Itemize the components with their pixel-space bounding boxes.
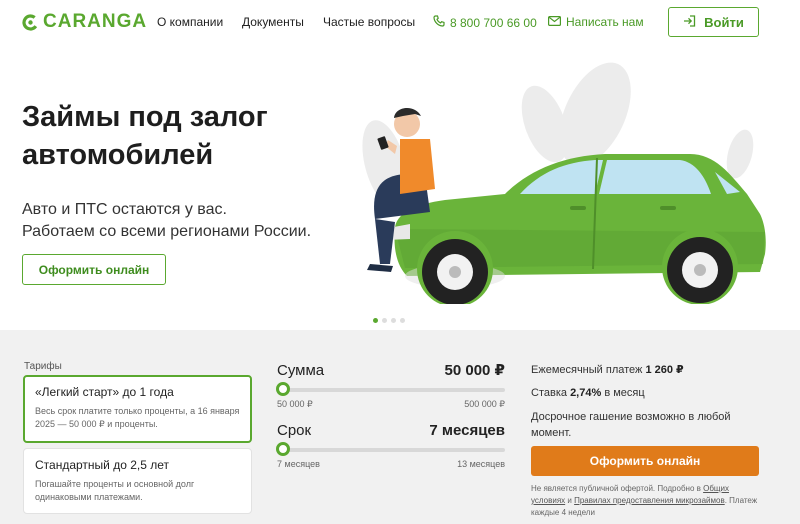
sum-slider-track[interactable]	[276, 382, 505, 396]
term-min: 7 месяцев	[277, 459, 320, 469]
slide-dot-4[interactable]	[400, 318, 405, 323]
term-max: 13 месяцев	[457, 459, 505, 469]
term-slider-block: Срок 7 месяцев 7 месяцев 13 месяцев	[276, 422, 505, 469]
write-us-link[interactable]: Написать нам	[548, 15, 644, 29]
sum-value: 50 000 ₽	[444, 362, 505, 379]
hero-apply-button[interactable]: Оформить онлайн	[22, 254, 166, 285]
rate-label: Ставка	[531, 387, 567, 399]
term-slider-track[interactable]	[276, 442, 505, 456]
sum-min: 50 000 ₽	[277, 399, 313, 409]
mail-icon	[548, 15, 562, 29]
tariff-description: Весь срок платите только проценты, а 16 …	[35, 406, 240, 429]
loan-calculator: Тарифы «Легкий старт» до 1 года Весь сро…	[0, 330, 800, 524]
monthly-payment-value: 1 260 ₽	[645, 364, 684, 376]
disclaimer-text-1: Не является публичной офертой. Подробно …	[531, 484, 701, 493]
term-label: Срок	[277, 422, 312, 439]
nav-about[interactable]: О компании	[157, 15, 223, 29]
tariff-title: Стандартный до 2,5 лет	[35, 458, 169, 472]
phone-icon	[433, 15, 445, 30]
rate-suffix: в месяц	[604, 387, 645, 399]
early-repayment-note: Досрочное гашение возможно в любой момен…	[531, 411, 731, 439]
login-icon	[683, 14, 696, 30]
login-label: Войти	[704, 14, 744, 30]
tariffs-label: Тарифы	[24, 361, 62, 372]
hero-subtitle-line-2: Работаем со всеми регионами России.	[22, 223, 312, 240]
sum-label: Сумма	[277, 362, 325, 379]
disclaimer-text-2: и	[567, 496, 572, 505]
term-value: 7 месяцев	[429, 422, 505, 439]
slide-dot-3[interactable]	[391, 318, 396, 323]
monthly-payment: Ежемесячный платеж 1 260 ₽	[531, 363, 771, 377]
write-us-label: Написать нам	[566, 15, 644, 29]
nav-faq[interactable]: Частые вопросы	[323, 15, 415, 29]
hero-subtitle-line-1: Авто и ПТС остаются у вас.	[22, 201, 227, 218]
logo-text: CARANGA	[43, 11, 148, 32]
login-button[interactable]: Войти	[668, 7, 759, 37]
hero-title: Займы под залог автомобилей	[22, 101, 268, 171]
disclaimer: Не является публичной офертой. Подробно …	[531, 483, 763, 519]
loan-summary: Ежемесячный платеж 1 260 ₽ Ставка 2,74% …	[531, 363, 771, 450]
phone-number: 8 800 700 66 00	[450, 15, 537, 30]
sum-slider-thumb[interactable]	[276, 382, 290, 396]
slide-dot-1[interactable]	[373, 318, 378, 323]
nav-documents[interactable]: Документы	[242, 15, 304, 29]
hero-subtitle: Авто и ПТС остаются у вас. Работаем со в…	[22, 199, 311, 243]
tariff-description: Погашайте проценты и основной долг одина…	[35, 479, 195, 502]
loan-rules-link[interactable]: Правилах предоставления микрозаймов	[574, 496, 725, 505]
phone-link[interactable]: 8 800 700 66 00	[433, 15, 537, 30]
tariff-easy-start[interactable]: «Легкий старт» до 1 года Весь срок плати…	[23, 375, 252, 443]
rate-value: 2,74%	[570, 387, 602, 399]
term-slider-thumb[interactable]	[276, 442, 290, 456]
slider-dots	[373, 318, 405, 323]
hero-banner: Займы под залог автомобилей Авто и ПТС о…	[0, 44, 800, 330]
monthly-payment-label: Ежемесячный платеж	[531, 364, 643, 376]
sum-max: 500 000 ₽	[464, 399, 505, 409]
apply-online-button[interactable]: Оформить онлайн	[531, 446, 759, 476]
logo[interactable]: CARANGA	[22, 11, 147, 33]
header: CARANGA О компании Документы Частые вопр…	[0, 0, 800, 44]
tariff-title: «Легкий старт» до 1 года	[35, 385, 174, 399]
sum-slider-block: Сумма 50 000 ₽ 50 000 ₽ 500 000 ₽	[276, 361, 505, 410]
rate: Ставка 2,74% в месяц	[531, 386, 771, 400]
slide-dot-2[interactable]	[382, 318, 387, 323]
logo-icon	[22, 13, 39, 31]
car-illustration	[362, 62, 766, 304]
tariff-standard[interactable]: Стандартный до 2,5 лет Погашайте процент…	[23, 448, 252, 514]
